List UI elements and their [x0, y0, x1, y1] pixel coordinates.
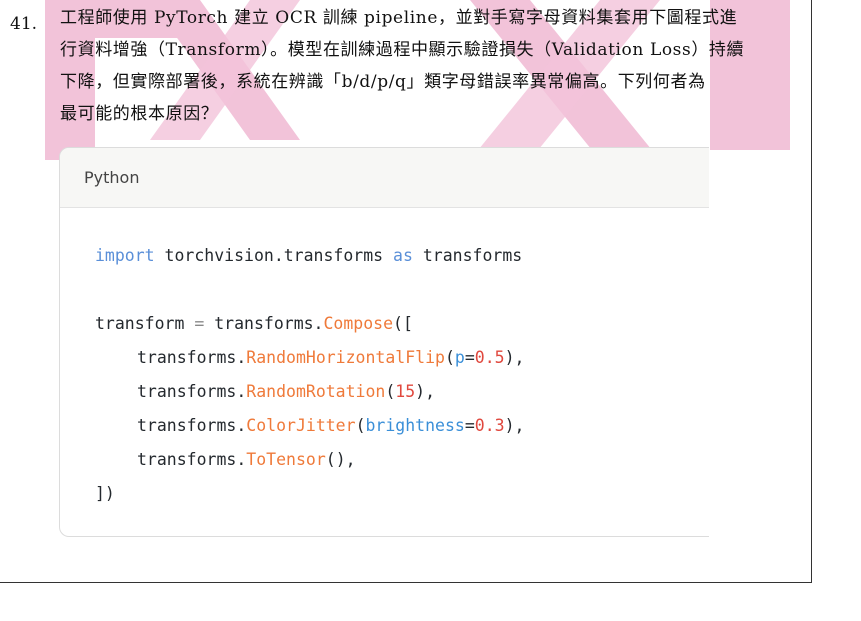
- question-text: 工程師使用 PyTorch 建立 OCR 訓練 pipeline，並對手寫字母資…: [60, 2, 805, 130]
- code-line-jitter: transforms.ColorJitter(brightness=0.3),: [137, 416, 525, 435]
- question-line-4: 最可能的根本原因？: [60, 104, 219, 124]
- code-header: Python: [60, 148, 709, 208]
- exam-page: 41. 工程師使用 PyTorch 建立 OCR 訓練 pipeline，並對手…: [0, 0, 861, 621]
- code-body: import torchvision.transforms as transfo…: [60, 208, 709, 511]
- code-line-import: import torchvision.transforms as transfo…: [95, 246, 523, 265]
- question-number: 41.: [10, 14, 38, 34]
- question-line-1: 工程師使用 PyTorch 建立 OCR 訓練 pipeline，並對手寫字母資…: [60, 8, 738, 28]
- code-line-rotation: transforms.RandomRotation(15),: [137, 382, 436, 401]
- code-line-compose: transform = transforms.Compose([: [95, 314, 413, 333]
- code-block: Python import torchvision.transforms as …: [59, 147, 709, 537]
- question-line-3: 下降，但實際部署後，系統在辨識「b/d/p/q」類字母錯誤率異常偏高。下列何者為: [60, 72, 706, 92]
- code-language-label: Python: [84, 168, 140, 187]
- code-line-close: ]): [95, 484, 115, 503]
- question-line-2: 行資料增強（Transform）。模型在訓練過程中顯示驗證損失（Validati…: [60, 40, 745, 60]
- code-line-hflip: transforms.RandomHorizontalFlip(p=0.5),: [137, 348, 525, 367]
- code-line-totensor: transforms.ToTensor(),: [137, 450, 356, 469]
